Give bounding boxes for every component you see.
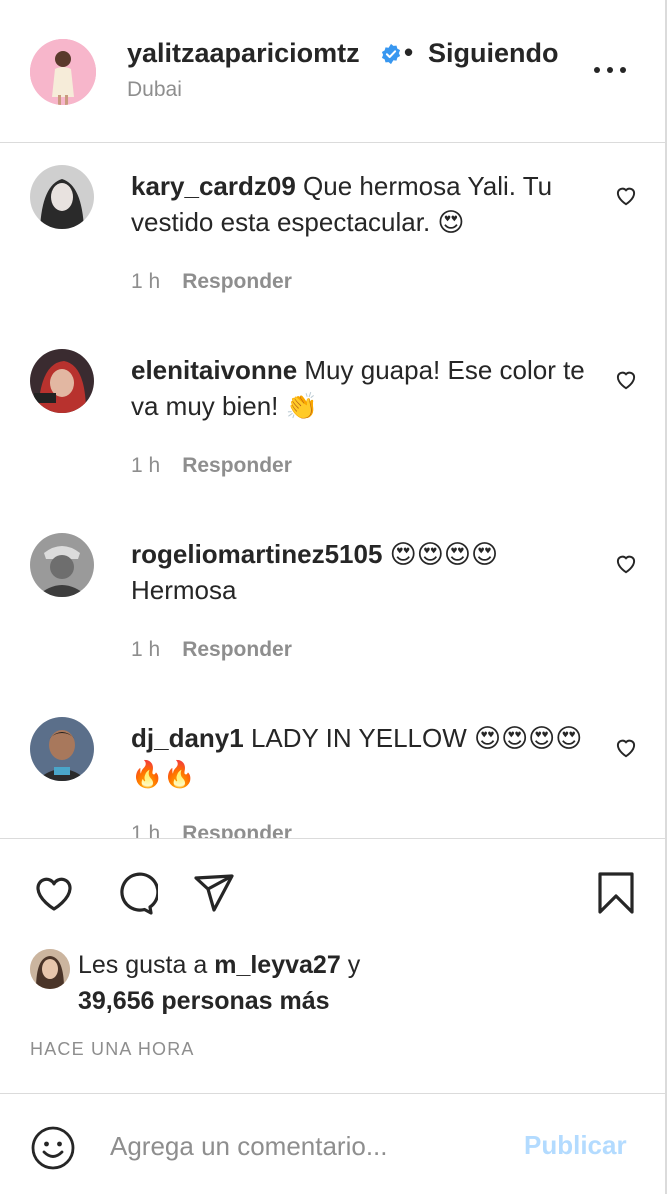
comment-bubble-icon[interactable] <box>110 869 158 917</box>
following-button[interactable]: Siguiendo <box>428 38 559 69</box>
comment-item: kary_cardz09 Que hermosa Yali. Tu vestid… <box>0 144 667 328</box>
verified-badge-icon <box>381 43 401 65</box>
reply-button[interactable]: Responder <box>182 822 292 838</box>
comment-time: 1 h <box>131 822 161 838</box>
comment-username[interactable]: dj_dany1 <box>131 723 244 753</box>
comment-item: rogeliomartinez5105 😍😍😍😍 Hermosa 1 h Resp… <box>0 512 667 696</box>
reply-button[interactable]: Responder <box>182 454 292 477</box>
comment-input[interactable] <box>110 1124 500 1168</box>
likes-prefix: Les gusta a <box>78 951 208 979</box>
reply-button[interactable]: Responder <box>182 270 292 293</box>
comment-time: 1 h <box>131 270 161 293</box>
more-options-icon[interactable] <box>592 56 628 84</box>
liker-avatar[interactable] <box>30 949 70 989</box>
comment-avatar[interactable] <box>30 165 94 229</box>
post-location[interactable]: Dubai <box>127 78 182 102</box>
likes-joiner: y <box>347 951 361 979</box>
like-comment-heart-icon[interactable] <box>613 182 639 208</box>
comment-username[interactable]: rogeliomartinez5105 <box>131 539 382 569</box>
comment-username[interactable]: elenitaivonne <box>131 355 297 385</box>
like-comment-heart-icon[interactable] <box>613 734 639 760</box>
post-panel: yalitzaapariciomtz • Siguiendo Dubai kar… <box>0 0 667 1194</box>
like-comment-heart-icon[interactable] <box>613 550 639 576</box>
save-bookmark-icon[interactable] <box>592 869 640 917</box>
comment-item: elenitaivonne Muy guapa! Ese color te va… <box>0 328 667 512</box>
comment-item: dj_dany1 LADY IN YELLOW 😍😍😍😍🔥🔥 1 h Respon… <box>0 696 667 838</box>
header-separator: • <box>404 37 414 67</box>
comment-time: 1 h <box>131 638 161 661</box>
comments-list[interactable]: kary_cardz09 Que hermosa Yali. Tu vestid… <box>0 144 667 838</box>
comment-avatar[interactable] <box>30 533 94 597</box>
liker-username[interactable]: m_leyva27 <box>214 951 341 979</box>
add-comment-bar: Publicar <box>0 1094 667 1194</box>
comment-username[interactable]: kary_cardz09 <box>131 171 296 201</box>
owner-avatar[interactable] <box>30 39 96 105</box>
emoji-smiley-icon[interactable] <box>30 1125 76 1171</box>
share-send-icon[interactable] <box>190 869 238 917</box>
likes-count[interactable]: 39,656 personas más <box>78 987 330 1015</box>
like-comment-heart-icon[interactable] <box>613 366 639 392</box>
comment-avatar[interactable] <box>30 717 94 781</box>
post-header: yalitzaapariciomtz • Siguiendo Dubai <box>0 0 667 143</box>
comment-time: 1 h <box>131 454 161 477</box>
publish-button[interactable]: Publicar <box>524 1130 627 1161</box>
owner-username[interactable]: yalitzaapariciomtz <box>127 38 360 69</box>
like-heart-icon[interactable] <box>30 869 78 917</box>
post-timestamp: HACE UNA HORA <box>30 1039 195 1059</box>
post-actions-section: Les gusta a m_leyva27 y 39,656 personas … <box>0 838 667 1094</box>
reply-button[interactable]: Responder <box>182 638 292 661</box>
comment-avatar[interactable] <box>30 349 94 413</box>
likes-summary: Les gusta a m_leyva27 y 39,656 personas … <box>78 947 360 1019</box>
